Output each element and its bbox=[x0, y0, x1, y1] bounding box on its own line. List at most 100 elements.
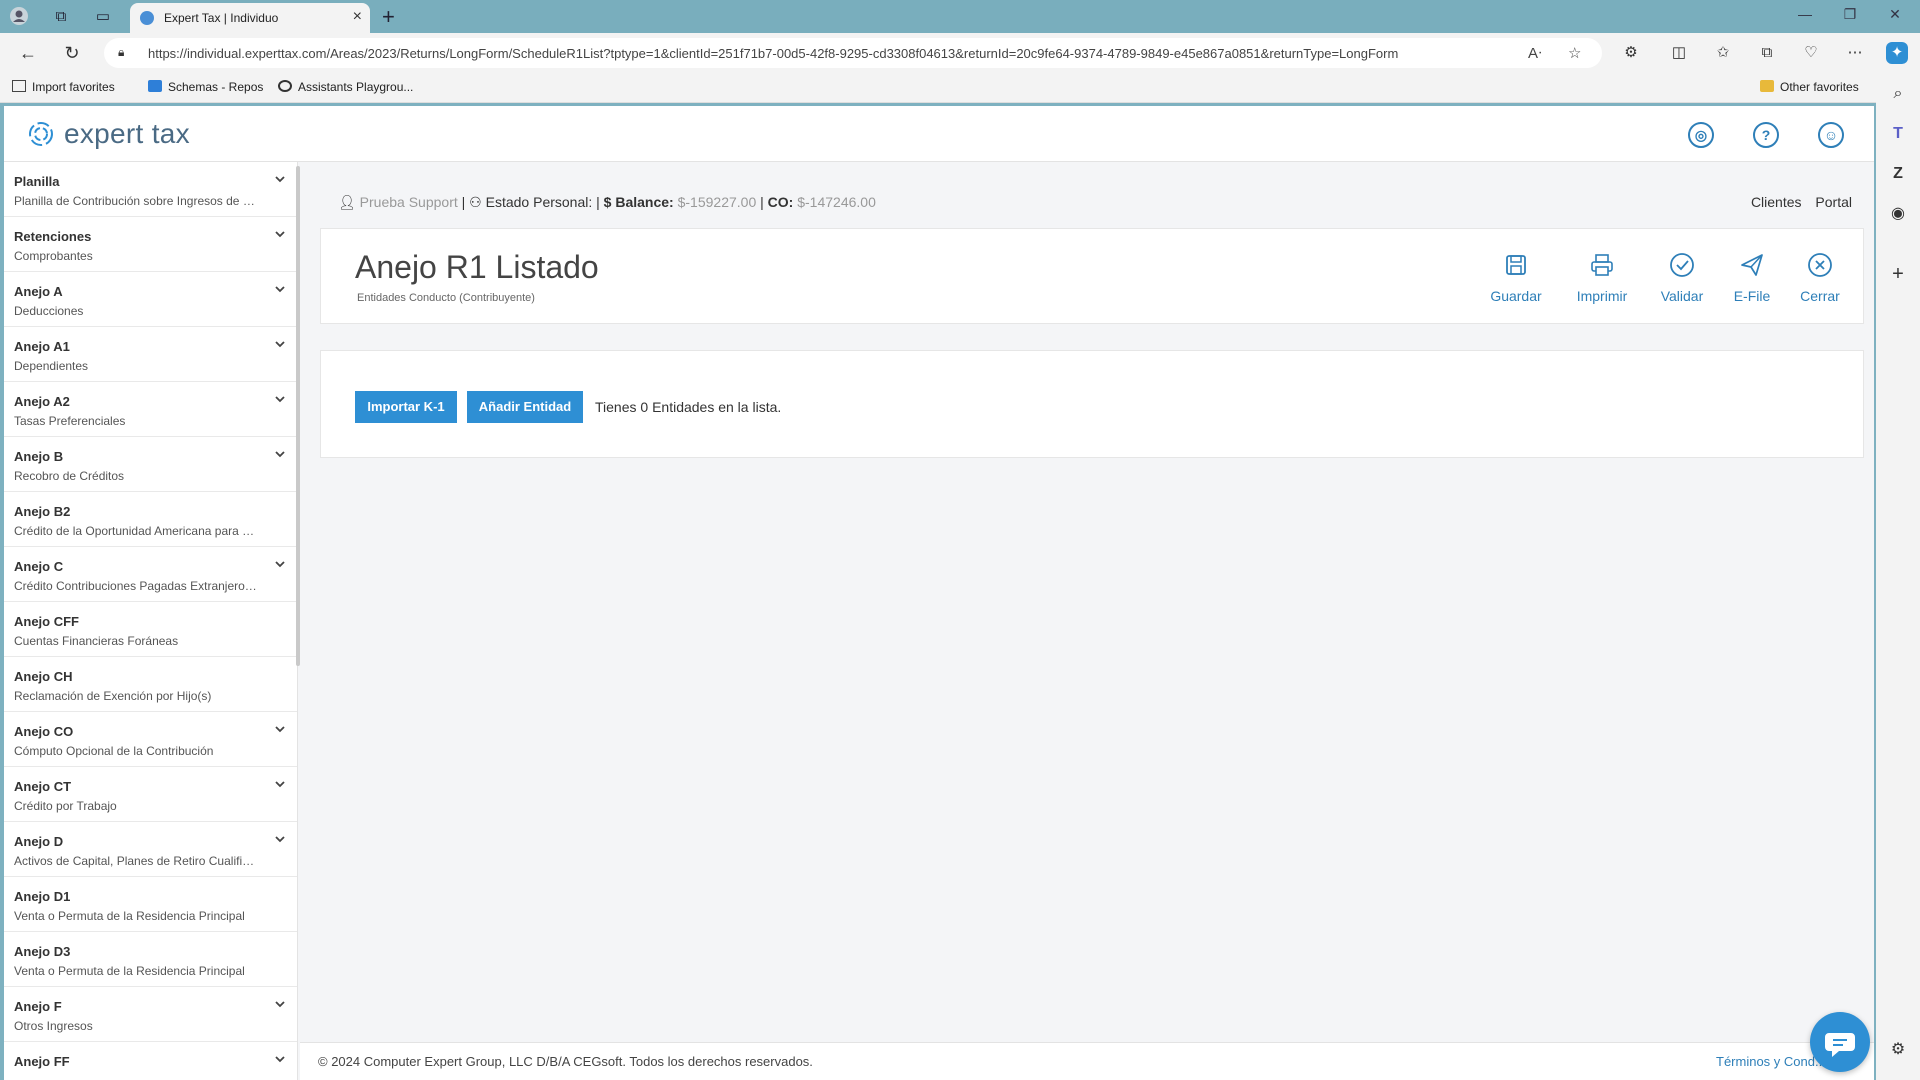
clientes-link[interactable]: Clientes bbox=[1751, 194, 1802, 210]
sidebar-item-subtitle: Deducciones bbox=[14, 304, 84, 318]
schemas-link[interactable]: Schemas - Repos bbox=[148, 80, 263, 94]
read-aloud-icon[interactable]: Aᐧ bbox=[1528, 44, 1542, 62]
favorite-star-icon[interactable]: ☆ bbox=[1568, 44, 1581, 62]
chatgpt-icon[interactable]: ◉ bbox=[1887, 203, 1909, 225]
validate-label: Validar bbox=[1660, 288, 1704, 304]
sidebar-item[interactable]: Anejo A1 Dependientes bbox=[4, 327, 297, 382]
chevron-down-icon[interactable] bbox=[273, 282, 287, 296]
split-screen-icon[interactable]: ◫ bbox=[1668, 42, 1690, 64]
dollar-icon: $ bbox=[603, 194, 612, 210]
expert-tax-logo[interactable]: expert tax bbox=[28, 118, 190, 150]
sidebar-item[interactable]: Anejo B2 Crédito de la Oportunidad Americ… bbox=[4, 492, 297, 547]
sidebar-item[interactable]: Anejo B Recobro de Créditos bbox=[4, 437, 297, 492]
save-button[interactable]: Guardar bbox=[1481, 251, 1551, 304]
app-header: expert tax ◎ ? ☺ bbox=[4, 106, 1874, 162]
chevron-down-icon[interactable] bbox=[273, 557, 287, 571]
new-tab-icon[interactable]: + bbox=[382, 4, 395, 30]
globe-icon[interactable]: ◎ bbox=[1688, 122, 1714, 148]
close-button[interactable]: Cerrar bbox=[1785, 251, 1855, 304]
sidebar-item-title: Anejo D bbox=[14, 834, 64, 849]
print-button[interactable]: Imprimir bbox=[1567, 251, 1637, 304]
tab-expert-tax[interactable]: Expert Tax | Individuo × bbox=[130, 3, 370, 33]
chevron-down-icon[interactable] bbox=[273, 1052, 287, 1066]
url-text[interactable]: https://individual.experttax.com/Areas/2… bbox=[148, 46, 1398, 61]
more-icon[interactable]: ⋯ bbox=[1844, 42, 1866, 64]
sidebar-item[interactable]: Anejo D3 Venta o Permuta de la Residencia… bbox=[4, 932, 297, 987]
sidebar-item[interactable]: Anejo D1 Venta o Permuta de la Residencia… bbox=[4, 877, 297, 932]
separator: | bbox=[596, 194, 600, 210]
assistants-link[interactable]: Assistants Playgrou... bbox=[278, 80, 413, 94]
separator: | bbox=[461, 194, 466, 210]
add-entity-button[interactable]: Añadir Entidad bbox=[467, 391, 583, 423]
sidebar-item[interactable]: Anejo CH Reclamación de Exención por Hijo… bbox=[4, 657, 297, 712]
chevron-down-icon[interactable] bbox=[273, 722, 287, 736]
sidebar-item[interactable]: Anejo CFF Cuentas Financieras Foráneas bbox=[4, 602, 297, 657]
help-icon[interactable]: ? bbox=[1753, 122, 1779, 148]
extensions-icon[interactable]: ⚙ bbox=[1620, 42, 1642, 64]
sidebar-item[interactable]: Anejo C Crédito Contribuciones Pagadas Ex… bbox=[4, 547, 297, 602]
add-sidebar-app-icon[interactable]: + bbox=[1887, 263, 1909, 285]
portal-link[interactable]: Portal bbox=[1815, 194, 1852, 210]
validate-button[interactable]: Validar bbox=[1647, 251, 1717, 304]
import-favorites-link[interactable]: Import favorites bbox=[12, 80, 115, 94]
user-account-icon[interactable]: ☺ bbox=[1818, 122, 1844, 148]
collections-icon[interactable]: ⧉ bbox=[1756, 42, 1778, 64]
sidebar-item[interactable]: Anejo A Deducciones bbox=[4, 272, 297, 327]
sidebar-item-subtitle: Crédito Contribuciones Pagadas Extranjer… bbox=[14, 579, 257, 593]
sidebar-item[interactable]: Anejo A2 Tasas Preferenciales bbox=[4, 382, 297, 437]
sidebar-item-title: Anejo F bbox=[14, 999, 62, 1014]
teams-icon[interactable]: T bbox=[1887, 123, 1909, 145]
schemas-label: Schemas - Repos bbox=[168, 80, 264, 94]
address-bar[interactable]: 🔒︎ https://individual.experttax.com/Area… bbox=[104, 38, 1602, 68]
favorites-bar: Import favorites Schemas - Repos Assista… bbox=[0, 73, 1920, 103]
sidebar-item[interactable]: Planilla Planilla de Contribución sobre I… bbox=[4, 162, 297, 217]
workspaces-icon[interactable]: ⧉ bbox=[50, 6, 72, 28]
zendesk-icon[interactable]: Z bbox=[1887, 163, 1909, 185]
back-icon[interactable]: ← bbox=[16, 41, 40, 65]
save-label: Guardar bbox=[1490, 288, 1542, 304]
search-icon[interactable]: ⌕ bbox=[1887, 83, 1909, 105]
chevron-down-icon[interactable] bbox=[273, 832, 287, 846]
chevron-down-icon[interactable] bbox=[273, 172, 287, 186]
chevron-down-icon[interactable] bbox=[273, 392, 287, 406]
lock-icon[interactable]: 🔒︎ bbox=[118, 45, 132, 59]
sidebar-item[interactable]: Anejo D Activos de Capital, Planes de Ret… bbox=[4, 822, 297, 877]
main-content: 👤︎ Prueba Support | ⚇ Estado Personal: |… bbox=[300, 162, 1874, 1080]
page-title: Anejo R1 Listado bbox=[355, 249, 599, 285]
import-k1-button[interactable]: Importar K-1 bbox=[355, 391, 457, 423]
sidebar-item[interactable]: Anejo FF bbox=[4, 1042, 297, 1080]
window-close-icon[interactable]: ✕ bbox=[1880, 6, 1910, 23]
efile-button[interactable]: E-File bbox=[1717, 251, 1787, 304]
sidebar-item[interactable]: Retenciones Comprobantes bbox=[4, 217, 297, 272]
chevron-down-icon[interactable] bbox=[273, 997, 287, 1011]
profile-icon[interactable] bbox=[8, 6, 30, 28]
chat-button[interactable] bbox=[1810, 1012, 1870, 1072]
tab-actions-icon[interactable]: ▭ bbox=[92, 6, 114, 28]
restore-icon[interactable]: ❐ bbox=[1835, 6, 1865, 23]
minimize-icon[interactable]: — bbox=[1790, 6, 1820, 22]
chevron-down-icon[interactable] bbox=[273, 777, 287, 791]
sidebar-item-subtitle: Cuentas Financieras Foráneas bbox=[14, 634, 179, 648]
sidebar-item-title: Planilla bbox=[14, 174, 60, 189]
favorites-icon[interactable]: ✩ bbox=[1712, 42, 1734, 64]
sidebar-item[interactable]: Anejo CT Crédito por Trabajo bbox=[4, 767, 297, 822]
sidebar-settings-icon[interactable]: ⚙ bbox=[1887, 1039, 1909, 1061]
sidebar-item-title: Anejo D3 bbox=[14, 944, 71, 959]
other-favorites-link[interactable]: Other favorites bbox=[1760, 80, 1859, 94]
refresh-icon[interactable]: ↻ bbox=[60, 41, 84, 65]
chevron-down-icon[interactable] bbox=[273, 447, 287, 461]
performance-icon[interactable]: ♡ bbox=[1800, 42, 1822, 64]
tab-close-icon[interactable]: × bbox=[353, 8, 362, 26]
logo-mark-icon bbox=[29, 122, 53, 146]
sidebar-item[interactable]: Anejo F Otros Ingresos bbox=[4, 987, 297, 1042]
chevron-down-icon[interactable] bbox=[273, 227, 287, 241]
sidebar-item-title: Anejo A2 bbox=[14, 394, 70, 409]
import-favorites-label: Import favorites bbox=[32, 80, 115, 94]
sidebar-item[interactable]: Anejo CO Cómputo Opcional de la Contribuc… bbox=[4, 712, 297, 767]
chat-bubble-icon bbox=[1825, 1033, 1855, 1057]
chevron-down-icon[interactable] bbox=[273, 337, 287, 351]
import-icon bbox=[12, 80, 26, 92]
copilot-icon[interactable]: ✦ bbox=[1886, 42, 1908, 64]
sidebar-item-title: Anejo FF bbox=[14, 1054, 70, 1069]
sidebar-item-subtitle: Tasas Preferenciales bbox=[14, 414, 126, 428]
